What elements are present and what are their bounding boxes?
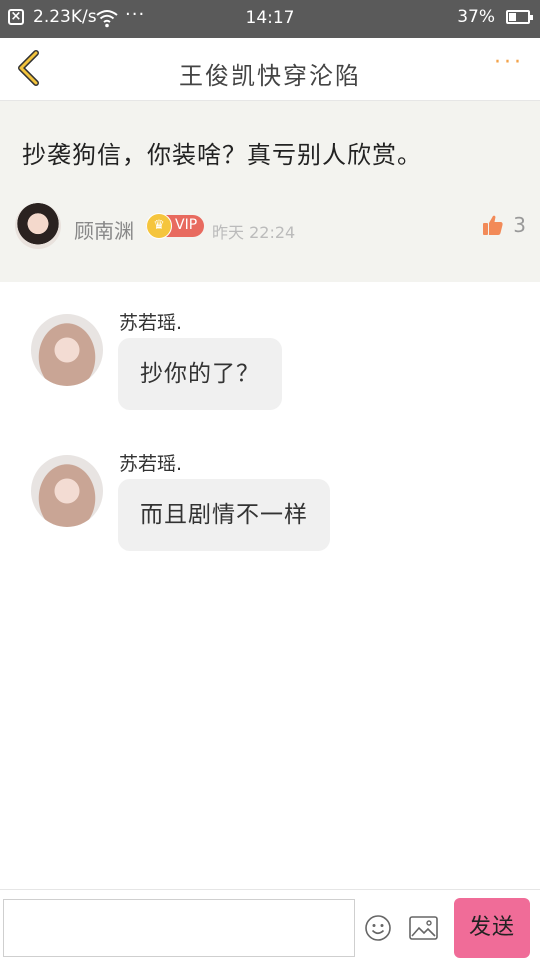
send-button[interactable]: 发送 xyxy=(454,898,530,958)
avatar[interactable] xyxy=(31,455,103,527)
smiley-icon[interactable] xyxy=(364,914,392,942)
topic-text: 抄袭狗信，你装啥？真亏别人欣赏。 xyxy=(22,141,422,169)
like-button[interactable]: 3 xyxy=(482,213,526,237)
like-count: 3 xyxy=(513,213,526,237)
battery-percent: 37% xyxy=(457,7,495,27)
message-author[interactable]: 苏若瑶. xyxy=(119,308,182,335)
message-bubble: 而且剧情不一样 xyxy=(118,479,330,551)
more-horizontal-icon[interactable]: ··· xyxy=(494,52,524,74)
image-icon[interactable] xyxy=(409,916,438,940)
page-title: 王俊凯快穿沦陷 xyxy=(179,62,361,90)
message-bubble: 抄你的了？ xyxy=(118,338,282,410)
comment-input-bar: 发送 xyxy=(0,889,540,961)
vip-badge: ♛ VIP xyxy=(146,213,204,239)
vip-label: VIP xyxy=(175,217,198,233)
topic-post: 抄袭狗信，你装啥？真亏别人欣赏。 顾南渊 ♛ VIP 昨天 22:24 3 xyxy=(0,101,540,282)
avatar[interactable] xyxy=(31,314,103,386)
post-time: 昨天 22:24 xyxy=(212,223,296,242)
status-bar: × 2.23K/s ··· 14:17 37% xyxy=(0,0,540,38)
app-header: 王俊凯快穿沦陷 ··· xyxy=(0,38,540,101)
thumbs-up-icon xyxy=(483,215,503,235)
crown-icon: ♛ xyxy=(146,213,172,239)
battery-icon xyxy=(506,10,533,24)
avatar[interactable] xyxy=(15,203,61,249)
author-name[interactable]: 顾南渊 xyxy=(74,215,134,244)
comment-input[interactable] xyxy=(3,899,355,957)
message-author[interactable]: 苏若瑶. xyxy=(119,449,182,476)
